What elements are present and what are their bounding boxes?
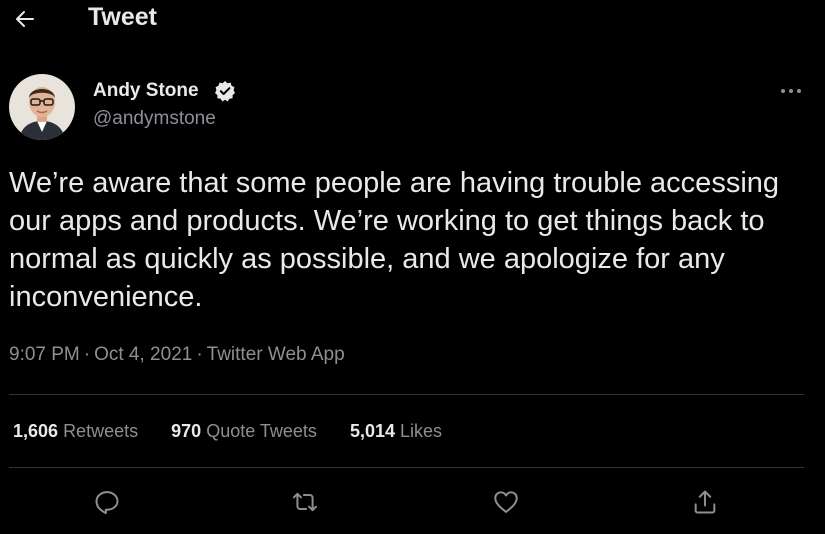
share-icon <box>694 490 716 514</box>
retweet-icon <box>292 492 318 512</box>
reply-button[interactable] <box>89 484 125 520</box>
likes-count: 5,014 <box>349 421 395 441</box>
retweets-stat[interactable]: 1,606 Retweets <box>13 421 138 442</box>
like-icon <box>494 491 518 513</box>
tweet-metadata: 9:07 PM · Oct 4, 2021 · Twitter Web App <box>9 344 345 366</box>
top-bar: Tweet <box>0 0 825 40</box>
likes-label: Likes <box>400 421 443 441</box>
avatar[interactable] <box>9 74 75 140</box>
meta-separator: · <box>196 344 203 365</box>
share-button[interactable] <box>687 484 723 520</box>
author-name[interactable]: Andy Stone <box>93 80 199 102</box>
avatar-image <box>9 74 75 140</box>
back-button[interactable] <box>8 2 42 36</box>
tweet-time[interactable]: 9:07 PM <box>9 344 80 365</box>
reply-icon <box>95 491 119 515</box>
author-handle[interactable]: @andymstone <box>93 108 216 130</box>
tweet-source[interactable]: Twitter Web App <box>207 344 345 365</box>
tweet-text: We’re aware that some people are having … <box>9 167 780 313</box>
page-title: Tweet <box>88 3 157 31</box>
more-horizontal-icon <box>781 89 801 93</box>
divider <box>9 394 804 395</box>
tweet-date[interactable]: Oct 4, 2021 <box>94 344 192 365</box>
retweets-label: Retweets <box>63 421 139 441</box>
like-button[interactable] <box>488 484 524 520</box>
more-options-button[interactable] <box>772 78 810 104</box>
meta-separator: · <box>83 344 91 365</box>
quote-tweets-label: Quote Tweets <box>206 421 317 441</box>
quote-tweets-stat[interactable]: 970 Quote Tweets <box>171 421 317 442</box>
arrow-left-icon <box>16 11 34 27</box>
divider <box>9 467 804 468</box>
retweets-count: 1,606 <box>13 421 59 441</box>
engagement-stats: 1,606 Retweets 970 Quote Tweets 5,014 Li… <box>13 421 470 442</box>
retweet-button[interactable] <box>287 484 323 520</box>
verified-badge-icon <box>215 81 235 102</box>
quote-tweets-count: 970 <box>171 421 202 441</box>
likes-stat[interactable]: 5,014 Likes <box>350 421 442 442</box>
